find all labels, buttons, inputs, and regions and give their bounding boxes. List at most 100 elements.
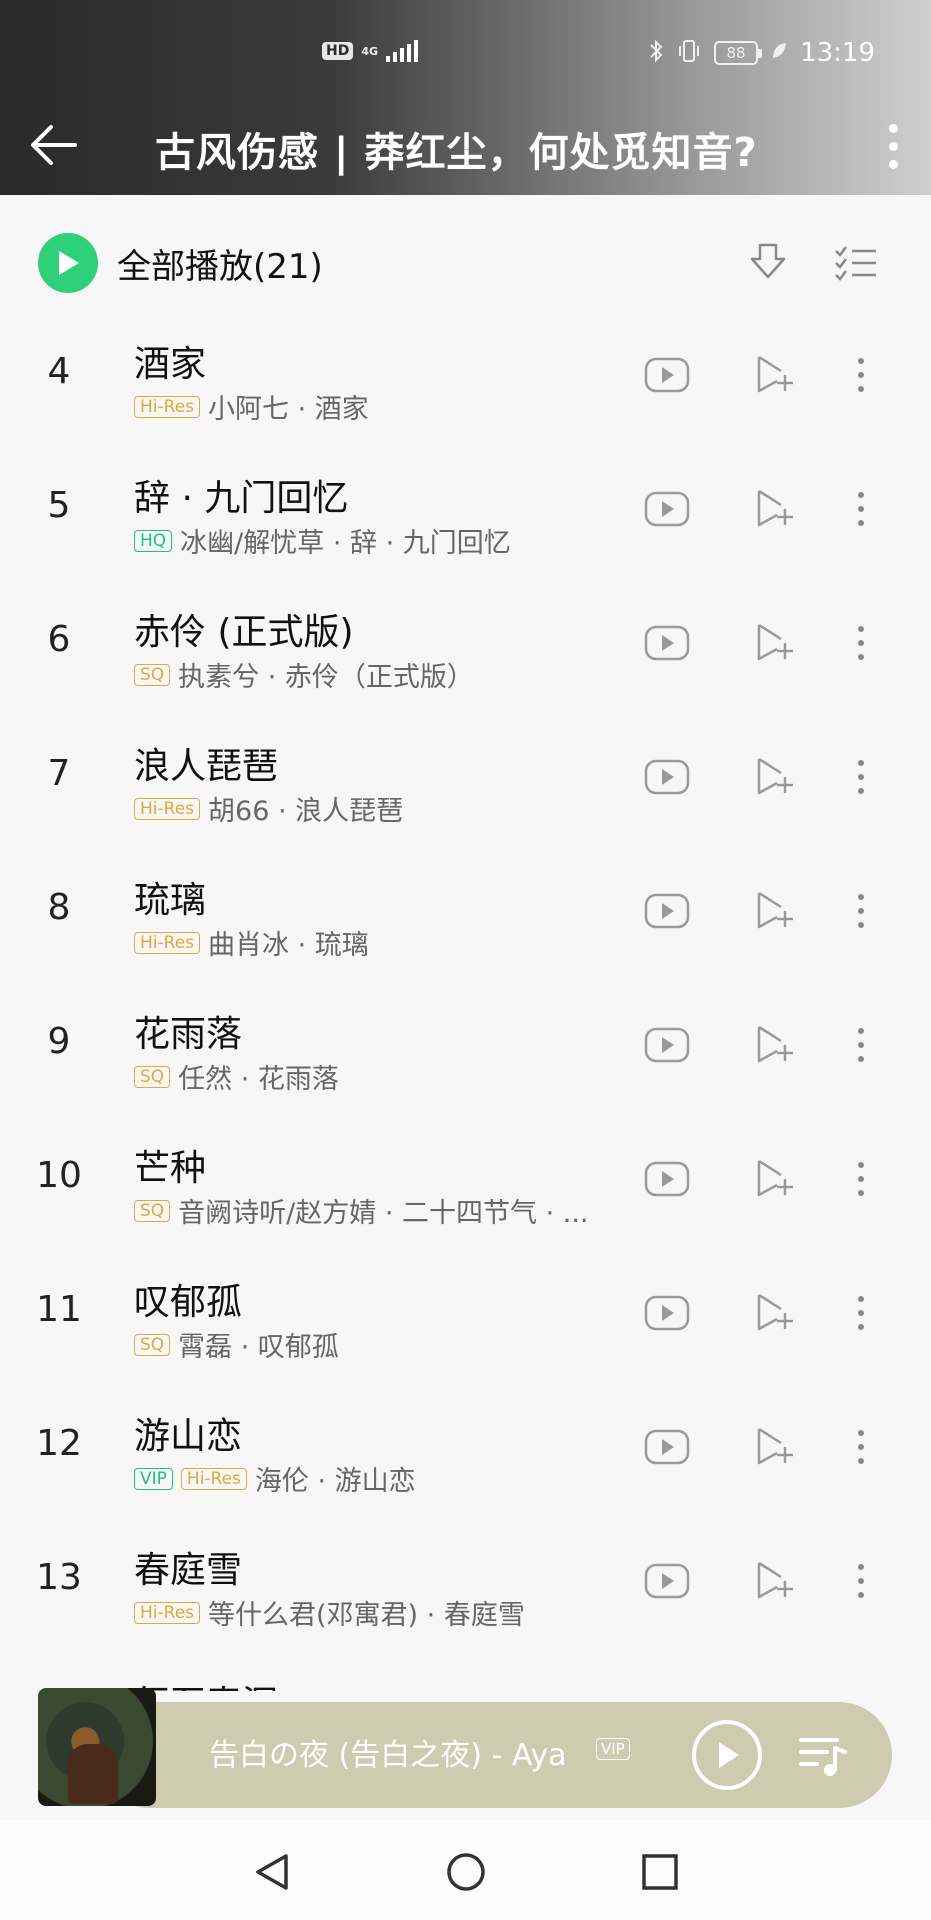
more-vertical-icon	[858, 492, 864, 498]
album-art[interactable]	[38, 1688, 156, 1806]
square-recents-icon	[642, 1854, 678, 1890]
song-meta: HQ 冰幽/解忧草 · 辞 · 九门回忆	[134, 521, 614, 560]
song-subtitle: 音阙诗听/赵方婧 · 二十四节气 · ...	[178, 1198, 589, 1229]
song-subtitle: 冰幽/解忧草 · 辞 · 九门回忆	[180, 528, 511, 559]
quality-badge: SQ	[134, 1333, 171, 1356]
playlist-button[interactable]	[794, 1726, 852, 1784]
multiselect-button[interactable]	[828, 235, 884, 291]
row-more-button[interactable]	[846, 1420, 876, 1474]
song-subtitle: 曲肖冰 · 琉璃	[208, 930, 369, 961]
video-play-icon	[644, 1027, 690, 1063]
mv-button[interactable]	[640, 1018, 694, 1072]
row-more-button[interactable]	[846, 884, 876, 938]
status-right-group: 88 13:19	[648, 38, 875, 68]
song-row[interactable]: 8 琉璃 Hi-Res 曲肖冰 · 琉璃	[0, 847, 931, 981]
download-button[interactable]	[740, 235, 796, 291]
video-play-icon	[644, 1429, 690, 1465]
download-icon	[750, 243, 786, 279]
signal-strength-icon	[386, 40, 419, 62]
add-to-playlist-button[interactable]	[748, 616, 802, 670]
song-row[interactable]: 9 花雨落 SQ 任然 · 花雨落	[0, 981, 931, 1115]
song-title: 酒家	[134, 344, 207, 385]
song-title: 春庭雪	[134, 1550, 243, 1591]
mv-button[interactable]	[640, 1554, 694, 1608]
add-to-playlist-icon	[757, 1427, 793, 1465]
more-vertical-icon	[858, 1162, 864, 1168]
more-vertical-icon	[858, 358, 864, 364]
quality-badge: HQ	[134, 529, 173, 552]
nav-recents-button[interactable]	[636, 1848, 684, 1896]
song-subtitle: 执素兮 · 赤伶（正式版）	[178, 662, 474, 693]
hd-voice-icon: HD	[322, 42, 354, 60]
song-row[interactable]: 13 春庭雪 Hi-Res 等什么君(邓寓君) · 春庭雪	[0, 1517, 931, 1651]
video-play-icon	[644, 1563, 690, 1599]
song-meta: VIP Hi-Res 海伦 · 游山恋	[134, 1459, 614, 1498]
song-row[interactable]: 11 叹郁孤 SQ 霄磊 · 叹郁孤	[0, 1249, 931, 1383]
add-to-playlist-button[interactable]	[748, 1688, 802, 1691]
row-more-button[interactable]	[846, 348, 876, 402]
play-all-button[interactable]	[38, 233, 98, 293]
row-more-button[interactable]	[846, 616, 876, 670]
nav-home-button[interactable]	[442, 1848, 490, 1896]
add-to-playlist-button[interactable]	[748, 482, 802, 536]
add-to-playlist-button[interactable]	[748, 1286, 802, 1340]
row-more-button[interactable]	[846, 1018, 876, 1072]
video-play-icon	[644, 1161, 690, 1197]
mv-button[interactable]	[640, 348, 694, 402]
add-to-playlist-button[interactable]	[748, 1152, 802, 1206]
row-more-button[interactable]	[846, 482, 876, 536]
title-row: 古风伤感 | 莽红尘，何处觅知音?	[0, 110, 931, 180]
row-more-button[interactable]	[846, 1286, 876, 1340]
quality-badge: Hi-Res	[134, 1601, 201, 1624]
song-row[interactable]: 6 赤伶 (正式版) SQ 执素兮 · 赤伶（正式版）	[0, 579, 931, 713]
add-to-playlist-button[interactable]	[748, 884, 802, 938]
back-button[interactable]	[24, 115, 84, 175]
song-row[interactable]: 14 行至春深	[0, 1651, 931, 1691]
vip-badge: VIP	[596, 1738, 630, 1760]
nav-back-button[interactable]	[248, 1848, 296, 1896]
mv-button[interactable]	[640, 750, 694, 804]
add-to-playlist-icon	[757, 757, 793, 795]
mv-button[interactable]	[640, 884, 694, 938]
row-more-button[interactable]	[846, 1688, 876, 1691]
mini-play-button[interactable]	[692, 1720, 762, 1790]
mv-button[interactable]	[640, 1688, 694, 1691]
song-row[interactable]: 4 酒家 Hi-Res 小阿七 · 酒家	[0, 311, 931, 445]
mv-button[interactable]	[640, 616, 694, 670]
add-to-playlist-button[interactable]	[748, 1018, 802, 1072]
song-subtitle: 任然 · 花雨落	[178, 1064, 339, 1095]
add-to-playlist-button[interactable]	[748, 1420, 802, 1474]
more-options-button[interactable]	[873, 116, 913, 176]
add-to-playlist-icon	[757, 1159, 793, 1197]
more-vertical-icon	[858, 1296, 864, 1302]
song-row[interactable]: 5 辞 · 九门回忆 HQ 冰幽/解忧草 · 辞 · 九门回忆	[0, 445, 931, 579]
song-row[interactable]: 10 芒种 SQ 音阙诗听/赵方婧 · 二十四节气 · ...	[0, 1115, 931, 1249]
song-meta: SQ 任然 · 花雨落	[134, 1057, 614, 1096]
song-index: 4	[47, 351, 71, 392]
song-index: 13	[36, 1557, 82, 1598]
mv-button[interactable]	[640, 1152, 694, 1206]
add-to-playlist-icon	[757, 623, 793, 661]
mv-button[interactable]	[640, 1286, 694, 1340]
row-more-button[interactable]	[846, 750, 876, 804]
page-title: 古风伤感 | 莽红尘，何处觅知音?	[155, 130, 758, 176]
row-more-button[interactable]	[846, 1554, 876, 1608]
song-meta: Hi-Res 曲肖冰 · 琉璃	[134, 923, 614, 962]
vip-badge: VIP	[134, 1467, 173, 1490]
song-row[interactable]: 7 浪人琵琶 Hi-Res 胡66 · 浪人琵琶	[0, 713, 931, 847]
header: HD 4G 88 13:19 古风伤感 | 莽红尘，何处觅知音?	[0, 0, 931, 195]
status-time: 13:19	[800, 38, 875, 68]
play-all-label[interactable]: 全部播放(21)	[117, 239, 323, 288]
system-nav-bar	[0, 1820, 931, 1920]
add-to-playlist-button[interactable]	[748, 750, 802, 804]
mini-player[interactable]: 告白の夜 (告白之夜) - Aya VIP	[34, 1688, 892, 1810]
now-playing-title[interactable]: 告白の夜 (告白之夜) - Aya	[209, 1730, 614, 1774]
song-row[interactable]: 12 游山恋 VIP Hi-Res 海伦 · 游山恋	[0, 1383, 931, 1517]
add-to-playlist-button[interactable]	[748, 348, 802, 402]
video-play-icon	[644, 491, 690, 527]
song-list: 4 酒家 Hi-Res 小阿七 · 酒家 5 辞 · 九门回忆 HQ 冰幽/解忧…	[0, 311, 931, 1691]
add-to-playlist-button[interactable]	[748, 1554, 802, 1608]
mv-button[interactable]	[640, 1420, 694, 1474]
row-more-button[interactable]	[846, 1152, 876, 1206]
mv-button[interactable]	[640, 482, 694, 536]
